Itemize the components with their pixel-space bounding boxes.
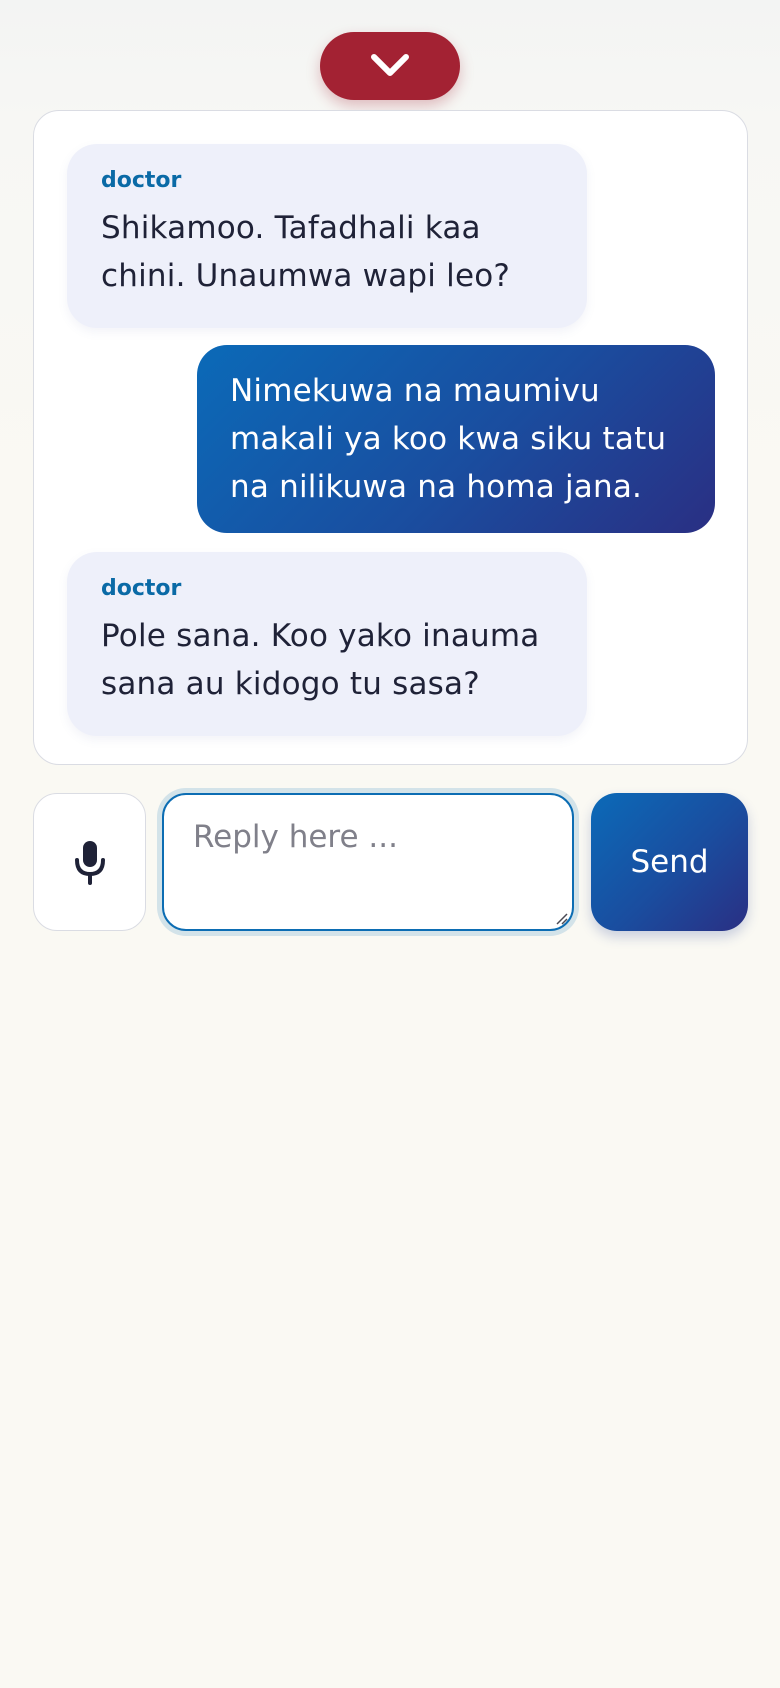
user-message: Nimekuwa na maumivu makali ya koo kwa si… xyxy=(197,345,715,533)
doctor-message: doctor Shikamoo. Tafadhali kaa chini. Un… xyxy=(67,144,587,328)
resize-handle-icon[interactable] xyxy=(553,910,569,926)
microphone-icon xyxy=(74,841,105,885)
message-sender: doctor xyxy=(101,168,182,193)
voice-input-button[interactable] xyxy=(33,793,146,931)
collapse-chat-button[interactable] xyxy=(320,32,460,100)
message-sender: doctor xyxy=(101,576,182,601)
send-button[interactable]: Send xyxy=(591,793,748,931)
message-text: Shikamoo. Tafadhali kaa chini. Unaumwa w… xyxy=(101,210,511,294)
message-text: Pole sana. Koo yako inauma sana au kidog… xyxy=(101,618,540,702)
doctor-message: doctor Pole sana. Koo yako inauma sana a… xyxy=(67,552,587,736)
reply-input[interactable] xyxy=(164,795,572,929)
reply-field-container xyxy=(162,793,574,931)
chevron-down-icon xyxy=(371,54,409,76)
chat-panel[interactable]: doctor Shikamoo. Tafadhali kaa chini. Un… xyxy=(33,110,748,765)
message-text: Nimekuwa na maumivu makali ya koo kwa si… xyxy=(230,373,667,505)
